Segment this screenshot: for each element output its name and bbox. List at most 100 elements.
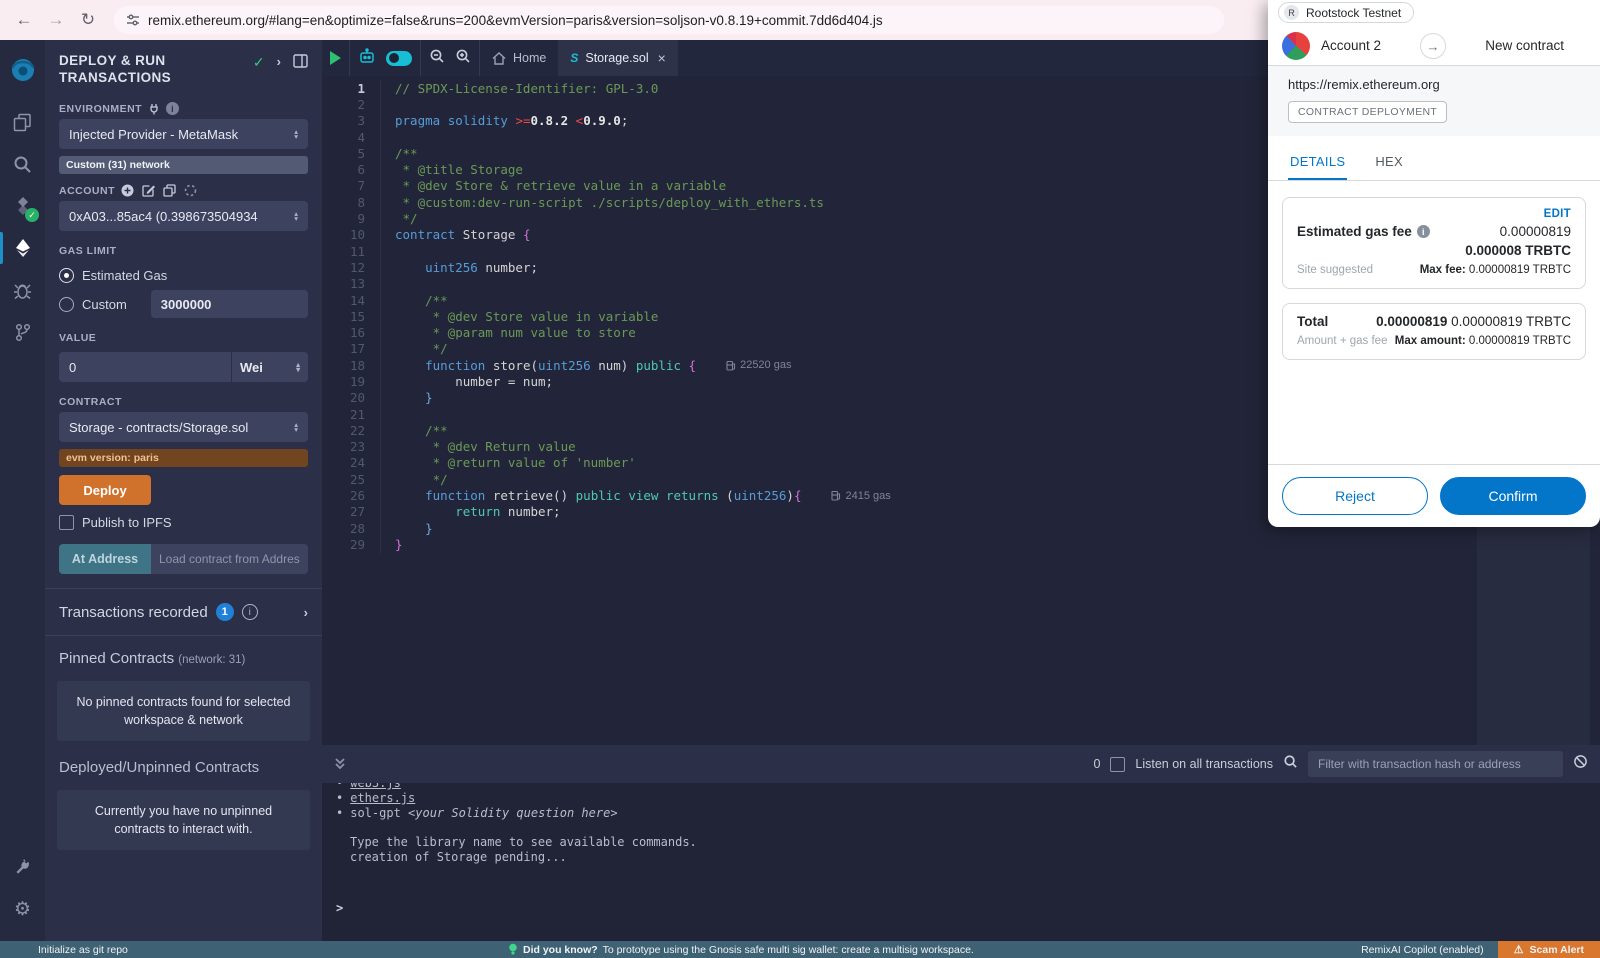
panel-title: DEPLOY & RUN TRANSACTIONS — [59, 52, 209, 86]
reject-button[interactable]: Reject — [1282, 477, 1428, 515]
copilot-toggle[interactable] — [386, 51, 412, 66]
search-icon[interactable] — [0, 144, 45, 184]
tab-details[interactable]: DETAILS — [1288, 146, 1347, 180]
browser-address-bar[interactable]: remix.ethereum.org/#lang=en&optimize=fal… — [114, 6, 1224, 34]
add-account-icon[interactable] — [121, 184, 134, 197]
terminal-prompt[interactable]: > — [336, 901, 1600, 916]
pending-tx-count: 0 — [1093, 757, 1100, 771]
tab-storage-sol[interactable]: S Storage.sol × — [558, 40, 677, 76]
total-label: Total — [1297, 314, 1328, 329]
terminal-lib-link[interactable]: •ethers.js — [336, 791, 1600, 806]
contract-value: Storage - contracts/Storage.sol — [69, 420, 248, 435]
deploy-run-icon[interactable] — [0, 228, 45, 268]
browser-forward-button[interactable]: → — [42, 6, 70, 34]
panel-forward-icon[interactable]: › — [277, 54, 281, 69]
environment-select[interactable]: Injected Provider - MetaMask ▴▾ — [59, 119, 308, 149]
git-init-status[interactable]: Initialize as git repo — [38, 944, 128, 956]
panel-split-view-icon[interactable] — [293, 54, 308, 68]
scam-alert-button[interactable]: ⚠ Scam Alert — [1498, 941, 1600, 958]
terminal-output[interactable]: •web3.js •ethers.js • sol-gpt <your Soli… — [322, 783, 1600, 941]
terminal-lib-link-clipped[interactable]: •web3.js — [336, 783, 1600, 791]
gas-fee-label: Estimated gas fee — [1297, 224, 1412, 239]
max-fee: Max fee: 0.00000819 TRBTC — [1420, 264, 1571, 276]
filter-transactions-input[interactable]: Filter with transaction hash or address — [1308, 751, 1563, 777]
account-row: Account 2 → New contract — [1268, 26, 1600, 66]
account-name: Account 2 — [1321, 38, 1381, 53]
debugger-icon[interactable] — [0, 270, 45, 310]
publish-ipfs-checkbox[interactable] — [59, 515, 74, 530]
git-icon[interactable] — [0, 312, 45, 352]
total-card: Total 0.00000819 0.00000819 TRBTC Amount… — [1282, 303, 1586, 360]
network-pill[interactable]: R Rootstock Testnet — [1278, 2, 1414, 23]
listen-all-label: Listen on all transactions — [1135, 757, 1273, 771]
terminal: 0 Listen on all transactions Filter with… — [322, 745, 1600, 941]
edit-gas-link[interactable]: EDIT — [1297, 208, 1571, 220]
plugin-manager-icon[interactable] — [0, 847, 45, 887]
refresh-spinner-icon[interactable] — [184, 184, 197, 197]
site-settings-icon[interactable] — [126, 13, 140, 27]
edit-account-icon[interactable] — [142, 184, 155, 197]
pinned-network-suffix: (network: 31) — [178, 654, 245, 666]
terminal-help-line: Type the library name to see available c… — [336, 835, 1600, 850]
metamask-tabs: DETAILS HEX — [1268, 146, 1600, 181]
account-select[interactable]: 0xA03...85ac4 (0.398673504934 ▴▾ — [59, 201, 308, 231]
value-unit-select[interactable]: Wei ▴▾ — [232, 352, 308, 382]
run-script-play-icon[interactable] — [330, 51, 341, 65]
estimated-gas-radio[interactable] — [59, 268, 74, 283]
gas-fee-value: 0.00000819 — [1500, 224, 1571, 239]
zoom-in-icon[interactable] — [455, 48, 471, 69]
site-suggested-label: Site suggested — [1297, 264, 1373, 276]
tab-home[interactable]: Home — [480, 40, 558, 76]
at-address-button[interactable]: At Address — [59, 544, 151, 574]
contract-select[interactable]: Storage - contracts/Storage.sol ▴▾ — [59, 412, 308, 442]
gas-limit-label: GAS LIMIT — [59, 245, 117, 257]
tab-hex[interactable]: HEX — [1373, 146, 1405, 180]
plug-icon[interactable] — [148, 103, 160, 115]
clear-console-icon[interactable] — [1573, 754, 1588, 774]
file-explorer-icon[interactable] — [0, 102, 45, 142]
tip-title: Did you know? — [523, 944, 598, 956]
listen-all-checkbox[interactable] — [1110, 757, 1125, 772]
at-address-input[interactable]: Load contract from Addres — [151, 544, 308, 574]
confirm-button[interactable]: Confirm — [1440, 477, 1586, 515]
chevron-updown-icon: ▴▾ — [294, 211, 298, 221]
copilot-status[interactable]: RemixAI Copilot (enabled) — [1361, 944, 1484, 956]
browser-reload-button[interactable]: ↻ — [74, 6, 102, 34]
max-amount: Max amount: 0.00000819 TRBTC — [1395, 335, 1571, 347]
gas-fee-crypto: 0.000008 TRBTC — [1297, 243, 1571, 258]
terminal-search-icon[interactable] — [1283, 754, 1298, 774]
arrow-right-icon: → — [1420, 33, 1446, 59]
account-label: ACCOUNT — [59, 185, 115, 197]
environment-label: ENVIRONMENT — [59, 103, 142, 115]
zoom-out-icon[interactable] — [429, 48, 445, 69]
tab-storage-label: Storage.sol — [585, 51, 648, 65]
browser-back-button[interactable]: ← — [10, 6, 38, 34]
remix-logo-icon[interactable] — [0, 48, 45, 96]
deploy-button[interactable]: Deploy — [59, 475, 151, 505]
did-you-know-tip: Did you know? To prototype using the Gno… — [508, 943, 974, 956]
account-avatar — [1282, 32, 1310, 60]
environment-info-icon[interactable]: i — [166, 102, 179, 115]
evm-version-badge: evm version: paris — [59, 449, 308, 467]
ai-copilot-robot-icon[interactable] — [358, 48, 376, 69]
transactions-recorded-row[interactable]: Transactions recorded 1 i › — [45, 589, 322, 635]
plugin-icon-strip: ✓ — [0, 40, 45, 941]
recipient-name: New contract — [1485, 38, 1586, 53]
close-tab-icon[interactable]: × — [658, 50, 666, 66]
gas-info-icon[interactable]: i — [1417, 225, 1430, 238]
deploy-run-panel: DEPLOY & RUN TRANSACTIONS ✓ › ENVIRONMEN… — [45, 40, 322, 941]
environment-value: Injected Provider - MetaMask — [69, 127, 238, 142]
tip-text: To prototype using the Gnosis safe multi… — [603, 944, 974, 956]
transactions-info-icon[interactable]: i — [242, 604, 258, 620]
solidity-compiler-icon[interactable]: ✓ — [0, 186, 45, 226]
contract-deployment-badge: CONTRACT DEPLOYMENT — [1288, 101, 1447, 123]
terminal-collapse-icon[interactable] — [334, 757, 346, 771]
transactions-expand-icon[interactable]: › — [304, 605, 308, 620]
value-input[interactable]: 0 — [59, 352, 232, 382]
custom-gas-radio[interactable] — [59, 297, 74, 312]
copy-address-icon[interactable] — [163, 184, 176, 197]
settings-gear-icon[interactable]: ⚙ — [0, 889, 45, 929]
network-badge: Custom (31) network — [59, 156, 308, 174]
terminal-header: 0 Listen on all transactions Filter with… — [322, 745, 1600, 783]
custom-gas-input[interactable]: 3000000 — [151, 290, 308, 318]
